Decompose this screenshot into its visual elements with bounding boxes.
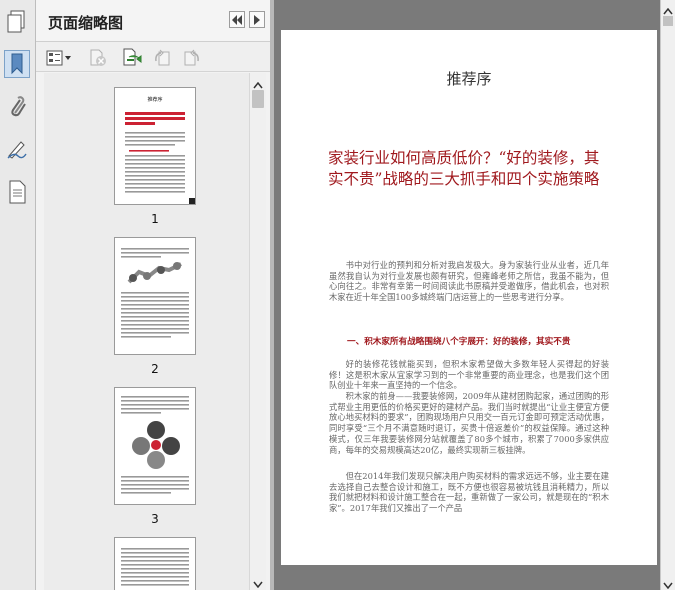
- bookmark-icon[interactable]: [4, 50, 30, 78]
- signature-icon[interactable]: [4, 135, 30, 163]
- thumbnail-label-1: 1: [151, 212, 159, 226]
- page-thumbnail-4[interactable]: [114, 537, 196, 590]
- rotate-left-icon[interactable]: [152, 48, 172, 68]
- document-scrollbar[interactable]: [660, 0, 675, 590]
- pages-icon[interactable]: [4, 8, 30, 36]
- document-layers-icon[interactable]: [4, 178, 30, 206]
- thumbnail-label-3: 3: [151, 512, 159, 526]
- thumbnail-heading: 推荐序: [147, 97, 163, 103]
- page-thumbnail-2[interactable]: [114, 237, 196, 355]
- paragraph-1: 书中对行业的预判和分析对我启发极大。身为家装行业从业者，近几年虽然我自认为对行业…: [329, 260, 609, 303]
- page-thumbnail-1[interactable]: 推荐序: [114, 87, 196, 205]
- scroll-thumb[interactable]: [663, 16, 673, 26]
- page-thumbnail-3[interactable]: [114, 387, 196, 505]
- document-page: 推荐序 家装行业如何高质低价？“好的装修，其实不贵”战略的三大抓手和四个实施策略…: [281, 30, 657, 565]
- navigation-rail: [0, 0, 36, 590]
- scroll-down-icon[interactable]: [253, 577, 263, 591]
- delete-page-icon[interactable]: [88, 48, 108, 68]
- document-viewer: 推荐序 家装行业如何高质低价？“好的装修，其实不贵”战略的三大抓手和四个实施策略…: [274, 0, 660, 590]
- rotate-right-icon[interactable]: [182, 48, 202, 68]
- collapse-left-icon[interactable]: [229, 11, 245, 28]
- thumbnail-label-2: 2: [151, 362, 159, 376]
- paperclip-icon[interactable]: [4, 93, 30, 121]
- panel-header: 页面缩略图: [36, 0, 270, 42]
- document-title: 家装行业如何高质低价？“好的装修，其实不贵”战略的三大抓手和四个实施策略: [328, 149, 600, 188]
- panel-title: 页面缩略图: [48, 14, 124, 32]
- scroll-thumb[interactable]: [252, 90, 264, 108]
- thumbnails-panel: 页面缩略图 推荐序 1 2 3: [36, 0, 270, 590]
- thumbnail-list: 推荐序 1 2 3: [44, 73, 254, 590]
- paragraph-4: 但在2014年我们发现只解决用户购买材料的需求远远不够，业主要在建去选择自己去整…: [329, 471, 609, 514]
- paragraph-2: 好的装修花钱就能买到，但积木家希望做大多数年轻人买得起的好装修！这是积木家从宜家…: [329, 359, 609, 391]
- thumbnail-scrollbar[interactable]: [249, 73, 266, 590]
- insert-page-icon[interactable]: [120, 48, 142, 68]
- options-menu-icon[interactable]: [46, 48, 72, 68]
- panel-toolbar: [36, 42, 270, 72]
- expand-right-icon[interactable]: [249, 11, 265, 28]
- page-header: 推荐序: [446, 70, 492, 88]
- paragraph-3: 积木家的前身——我要装修网，2009年从建材团购起家，通过团购的形式帮业主用更低…: [329, 391, 609, 455]
- section-heading: 一、积木家所有战略围绕八个字展开：好的装修，其实不贵: [347, 337, 571, 347]
